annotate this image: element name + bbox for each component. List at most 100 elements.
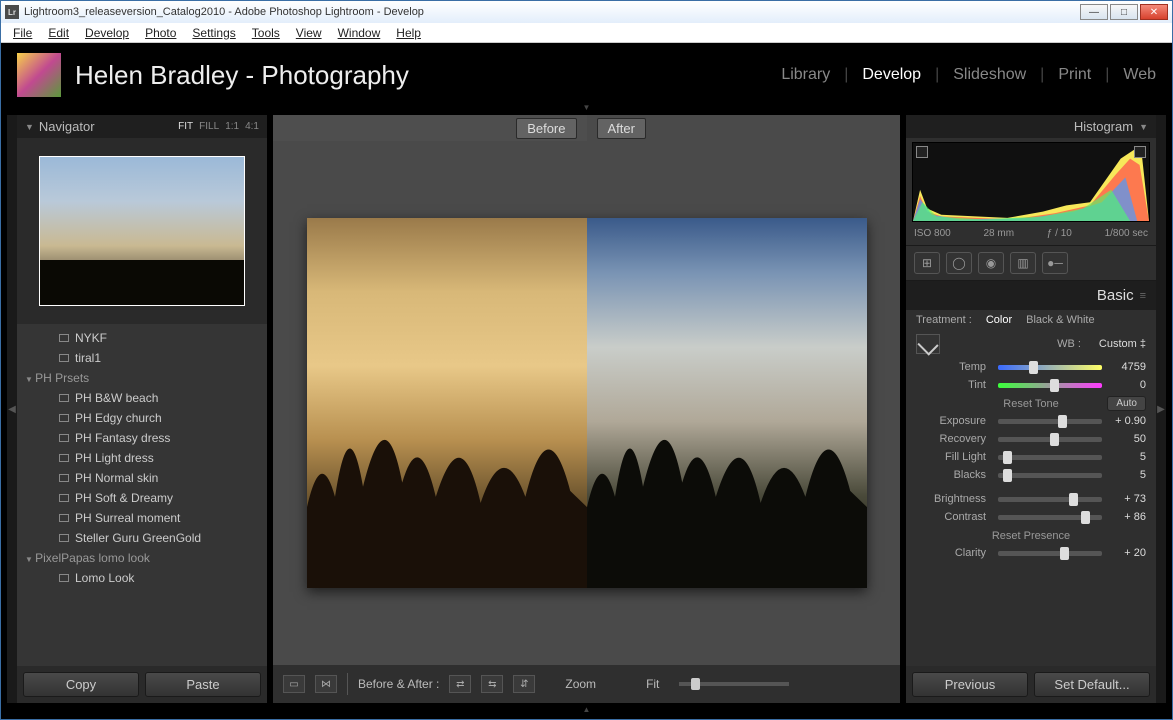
- basic-header[interactable]: Basic≡: [906, 281, 1156, 310]
- paste-button[interactable]: Paste: [145, 672, 261, 697]
- chevron-down-icon: ▼: [25, 122, 34, 132]
- module-web[interactable]: Web: [1123, 66, 1156, 84]
- preset-folder[interactable]: PixelPapas lomo look: [17, 548, 267, 568]
- app-body: Helen Bradley - Photography Library| Dev…: [1, 43, 1172, 719]
- before-label: Before: [516, 118, 576, 139]
- menu-edit[interactable]: Edit: [42, 24, 75, 42]
- tint-slider[interactable]: [998, 383, 1102, 388]
- tone-header[interactable]: Reset Tone: [1003, 398, 1058, 410]
- iso-value: ISO 800: [914, 228, 951, 239]
- menu-settings[interactable]: Settings: [186, 24, 241, 42]
- zoom-1-1[interactable]: 1:1: [225, 121, 239, 132]
- panel-toggle-icon[interactable]: ≡: [1140, 290, 1146, 302]
- close-button[interactable]: ✕: [1140, 4, 1168, 20]
- preset-item: PH Surreal moment: [17, 508, 267, 528]
- before-after-label: Before & After :: [358, 677, 439, 691]
- presets-panel[interactable]: NYKF tiral1 PH Prsets PH B&W beach PH Ed…: [17, 324, 267, 666]
- navigator-title: Navigator: [39, 119, 95, 134]
- preset-item: Steller Guru GreenGold: [17, 528, 267, 548]
- focal-value: 28 mm: [983, 228, 1014, 239]
- module-slideshow[interactable]: Slideshow: [953, 66, 1026, 84]
- presence-header[interactable]: Reset Presence: [992, 530, 1070, 542]
- previous-button[interactable]: Previous: [912, 672, 1028, 697]
- zoom-fit[interactable]: FIT: [178, 121, 193, 132]
- recovery-slider[interactable]: [998, 437, 1102, 442]
- after-image: [587, 218, 867, 588]
- menu-window[interactable]: Window: [332, 24, 387, 42]
- brightness-slider[interactable]: [998, 497, 1102, 502]
- copy-settings-icon[interactable]: ⇵: [513, 675, 535, 693]
- navigator-thumbnail[interactable]: [39, 156, 245, 306]
- center-toolbar: ▭ ⋈ Before & After : ⇄ ⇆ ⇵ Zoom Fit: [273, 665, 900, 703]
- module-picker: Library| Develop| Slideshow| Print| Web: [781, 66, 1156, 84]
- histogram-header[interactable]: Histogram▼: [906, 115, 1156, 138]
- before-image: [307, 218, 587, 588]
- fill-light-slider[interactable]: [998, 455, 1102, 460]
- app-icon: Lr: [5, 5, 19, 19]
- zoom-fill[interactable]: FILL: [199, 121, 219, 132]
- chevron-down-icon: ▼: [1139, 122, 1148, 132]
- treatment-bw[interactable]: Black & White: [1026, 314, 1094, 326]
- exposure-slider[interactable]: [998, 419, 1102, 424]
- treatment-label: Treatment :: [916, 314, 972, 326]
- right-panel-arrow[interactable]: ▶: [1156, 115, 1166, 703]
- redeye-tool-icon[interactable]: ◉: [978, 252, 1004, 274]
- maximize-button[interactable]: □: [1110, 4, 1138, 20]
- zoom-slider[interactable]: [679, 682, 789, 686]
- minimize-button[interactable]: —: [1080, 4, 1108, 20]
- menu-view[interactable]: View: [290, 24, 328, 42]
- menubar: File Edit Develop Photo Settings Tools V…: [1, 23, 1172, 43]
- menu-tools[interactable]: Tools: [246, 24, 286, 42]
- module-develop[interactable]: Develop: [862, 66, 921, 84]
- shadow-clip-icon[interactable]: [916, 146, 928, 158]
- compare-view-icon[interactable]: ⋈: [315, 675, 337, 693]
- histogram[interactable]: [912, 142, 1150, 222]
- wb-value[interactable]: Custom ‡: [1099, 338, 1146, 350]
- preset-item: tiral1: [17, 348, 267, 368]
- bottom-panel-arrow[interactable]: ▲: [7, 707, 1166, 713]
- titlebar[interactable]: Lr Lightroom3_releaseversion_Catalog2010…: [1, 1, 1172, 23]
- clarity-slider[interactable]: [998, 551, 1102, 556]
- preset-item: PH Edgy church: [17, 408, 267, 428]
- zoom-4-1[interactable]: 4:1: [245, 121, 259, 132]
- left-panel-arrow[interactable]: ◀: [7, 115, 17, 703]
- wb-dropper-icon[interactable]: [916, 334, 940, 354]
- temp-slider[interactable]: [998, 365, 1102, 370]
- app-window: Lr Lightroom3_releaseversion_Catalog2010…: [0, 0, 1173, 720]
- preset-item: PH Light dress: [17, 448, 267, 468]
- blacks-slider[interactable]: [998, 473, 1102, 478]
- after-label: After: [597, 118, 646, 139]
- center-area: Before After: [273, 115, 900, 703]
- set-default-button[interactable]: Set Default...: [1034, 672, 1150, 697]
- swap-left-icon[interactable]: ⇄: [449, 675, 471, 693]
- brush-tool-icon[interactable]: ●─: [1042, 252, 1068, 274]
- workspace: ▼ Navigator FIT FILL 1:1 4:1 NYKF tiral1: [17, 115, 1156, 703]
- module-print[interactable]: Print: [1058, 66, 1091, 84]
- copy-button[interactable]: Copy: [23, 672, 139, 697]
- menu-help[interactable]: Help: [390, 24, 427, 42]
- crop-tool-icon[interactable]: ⊞: [914, 252, 940, 274]
- highlight-clip-icon[interactable]: [1134, 146, 1146, 158]
- develop-tools: ⊞ ◯ ◉ ▥ ●─: [906, 245, 1156, 281]
- auto-button[interactable]: Auto: [1107, 396, 1146, 411]
- preset-item: PH Soft & Dreamy: [17, 488, 267, 508]
- right-panel: Histogram▼ ISO 800 2: [906, 115, 1156, 703]
- spot-tool-icon[interactable]: ◯: [946, 252, 972, 274]
- grad-tool-icon[interactable]: ▥: [1010, 252, 1036, 274]
- preview-area[interactable]: [273, 141, 900, 665]
- contrast-slider[interactable]: [998, 515, 1102, 520]
- loupe-view-icon[interactable]: ▭: [283, 675, 305, 693]
- menu-develop[interactable]: Develop: [79, 24, 135, 42]
- navigator-header[interactable]: ▼ Navigator FIT FILL 1:1 4:1: [17, 115, 267, 138]
- swap-right-icon[interactable]: ⇆: [481, 675, 503, 693]
- zoom-label: Zoom: [565, 677, 596, 691]
- treatment-color[interactable]: Color: [986, 314, 1012, 326]
- menu-photo[interactable]: Photo: [139, 24, 182, 42]
- preset-folder[interactable]: PH Prsets: [17, 368, 267, 388]
- wb-label: WB :: [1057, 338, 1081, 350]
- top-panel-arrow[interactable]: ▼: [7, 105, 1166, 111]
- identity-title: Helen Bradley - Photography: [75, 60, 409, 91]
- menu-file[interactable]: File: [7, 24, 38, 42]
- preset-item: PH Normal skin: [17, 468, 267, 488]
- module-library[interactable]: Library: [781, 66, 830, 84]
